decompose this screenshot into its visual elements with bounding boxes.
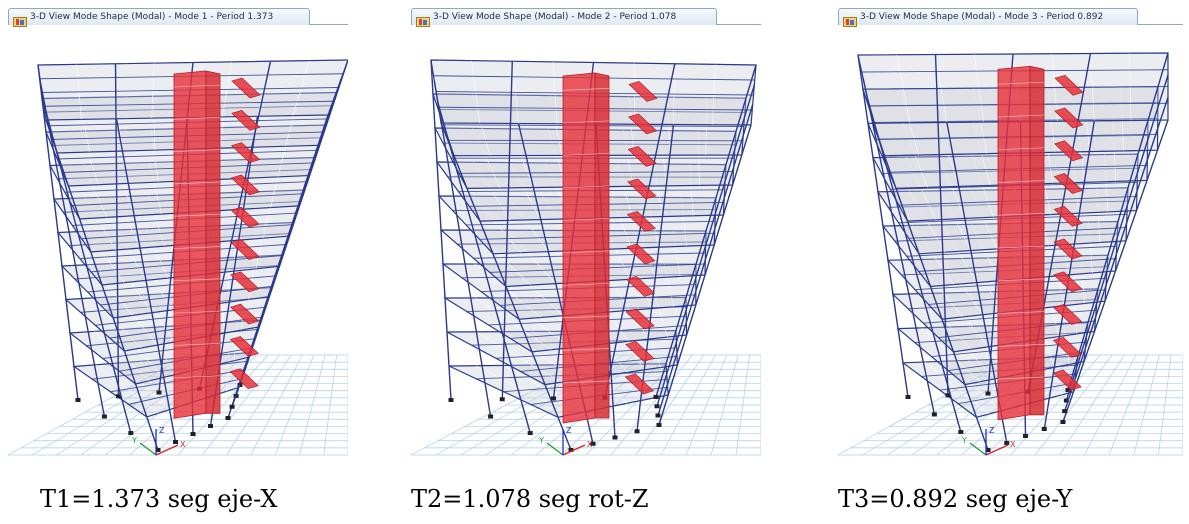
core-wall	[594, 72, 610, 419]
support-node	[1060, 420, 1066, 424]
core-wall	[1029, 65, 1045, 416]
support-node	[448, 398, 454, 402]
view-panel-mode-1: 3-D View Mode Shape (Modal) - Mode 1 - P…	[8, 0, 348, 524]
support-node	[156, 390, 162, 395]
support-node	[208, 424, 213, 428]
support-node	[173, 440, 178, 444]
mode-caption: T2=1.078 seg rot-Z	[411, 485, 649, 513]
model-view-3d[interactable]: X Y Z	[411, 25, 761, 475]
support-node	[1062, 409, 1068, 414]
mode-caption: T3=0.892 seg eje-Y	[838, 485, 1073, 513]
model-view-3d[interactable]: X Y Z	[8, 25, 348, 475]
mode-caption: T1=1.373 seg eje-X	[40, 485, 278, 513]
view-tab-title: 3-D View Mode Shape (Modal) - Mode 3 - P…	[860, 12, 1104, 22]
support-node	[229, 404, 235, 409]
model-view-3d[interactable]: X Y Z	[838, 25, 1183, 475]
view-panel-mode-3: 3-D View Mode Shape (Modal) - Mode 3 - P…	[838, 0, 1183, 524]
core-wall	[205, 70, 221, 414]
y-axis-arrow	[969, 442, 987, 456]
support-node	[75, 398, 81, 402]
support-node	[1041, 427, 1047, 431]
support-node	[612, 435, 618, 440]
view-panel-mode-2: 3-D View Mode Shape (Modal) - Mode 2 - P…	[411, 0, 761, 524]
support-node	[634, 429, 640, 434]
core-wall	[173, 70, 207, 419]
support-node	[653, 395, 659, 399]
etabs-view-icon	[13, 12, 27, 27]
axis-label: Z	[989, 426, 995, 435]
support-node	[958, 429, 964, 434]
support-node	[655, 413, 661, 418]
core-wall	[562, 72, 596, 424]
axis-label: X	[1010, 440, 1016, 449]
axis-label: Z	[566, 426, 572, 435]
axis-label: Y	[538, 436, 544, 445]
support-node	[128, 431, 134, 435]
axis-label: Z	[159, 426, 165, 435]
support-node	[101, 414, 107, 419]
support-node	[499, 397, 505, 402]
support-node	[656, 423, 662, 427]
etabs-view-icon	[416, 12, 430, 27]
support-node	[190, 432, 196, 436]
view-tab-mode-3[interactable]: 3-D View Mode Shape (Modal) - Mode 3 - P…	[838, 8, 1138, 27]
etabs-view-icon	[843, 12, 857, 27]
y-axis-arrow	[139, 442, 157, 456]
y-axis-arrow	[546, 442, 564, 456]
view-tab-mode-2[interactable]: 3-D View Mode Shape (Modal) - Mode 2 - P…	[411, 8, 717, 27]
support-node	[1023, 434, 1028, 438]
support-node	[654, 404, 660, 409]
support-node	[527, 431, 533, 435]
support-node	[1004, 441, 1010, 445]
support-node	[931, 412, 937, 417]
support-node	[488, 414, 494, 419]
support-node	[985, 391, 991, 396]
view-tab-title: 3-D View Mode Shape (Modal) - Mode 1 - P…	[30, 12, 274, 22]
support-node	[551, 396, 556, 401]
axis-label: X	[180, 440, 186, 449]
view-tab-mode-1[interactable]: 3-D View Mode Shape (Modal) - Mode 1 - P…	[8, 8, 310, 27]
axis-label: X	[587, 440, 593, 449]
support-node	[225, 416, 231, 420]
support-node	[905, 395, 911, 399]
axis-label: Y	[131, 436, 137, 445]
view-tab-title: 3-D View Mode Shape (Modal) - Mode 2 - P…	[433, 12, 677, 22]
axis-label: Y	[961, 436, 967, 445]
core-wall	[997, 65, 1031, 421]
